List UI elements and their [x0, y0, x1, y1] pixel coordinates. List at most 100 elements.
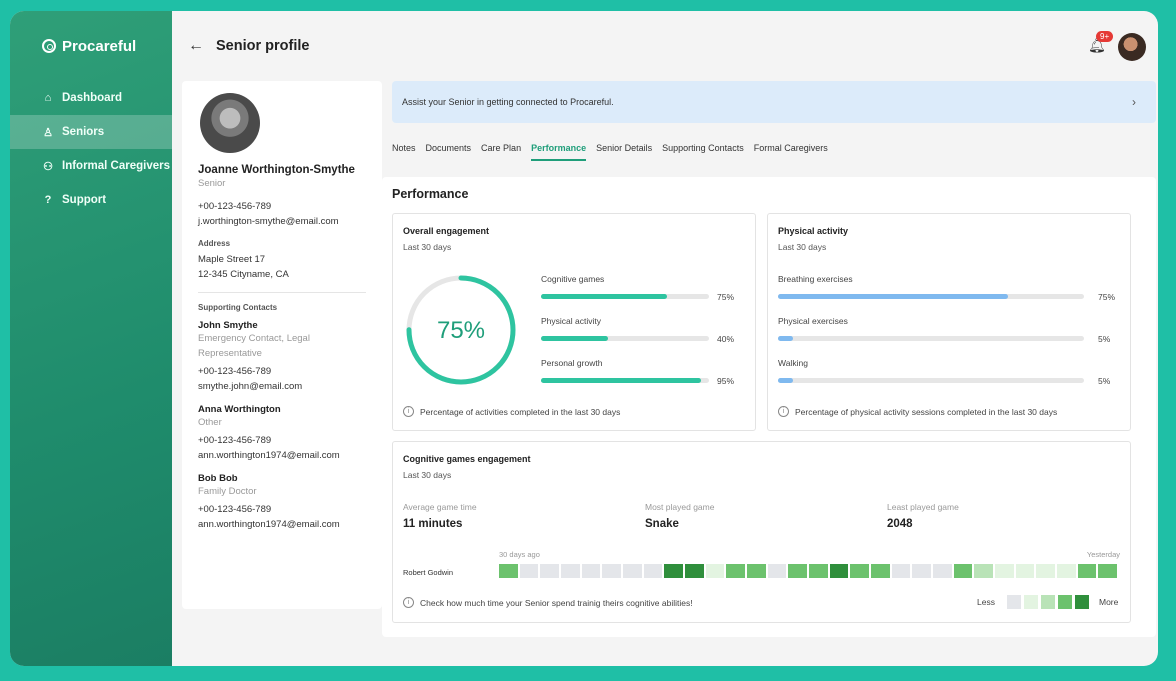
- stat-value: 11 minutes: [403, 518, 463, 530]
- heatmap-cell[interactable]: [1057, 564, 1076, 578]
- bar-percent: 75%: [717, 292, 735, 302]
- top-right-actions: 🔔︎ 9+: [1088, 31, 1146, 61]
- progress-bar-fill: [778, 378, 794, 383]
- tab-senior-details[interactable]: Senior Details: [596, 143, 652, 161]
- contact-role: Family Doctor: [198, 486, 257, 497]
- heatmap-cell[interactable]: [519, 564, 539, 578]
- heatmap-cell[interactable]: [809, 564, 828, 578]
- procareful-logo-icon: [42, 39, 56, 53]
- senior-phone[interactable]: +00-123-456-789: [198, 199, 366, 214]
- page-title: Senior profile: [216, 38, 310, 54]
- heatmap-cell[interactable]: [788, 564, 807, 578]
- heatmap-cell[interactable]: [685, 564, 704, 578]
- heatmap-cell[interactable]: [953, 564, 973, 578]
- heatmap-cell[interactable]: [933, 564, 952, 578]
- address-label: Address: [198, 239, 231, 248]
- heatmap-cell[interactable]: [726, 564, 745, 578]
- contact-role: Other: [198, 417, 222, 428]
- progress-bar-fill: [541, 378, 701, 383]
- sidebar-item-label: Dashboard: [62, 92, 123, 104]
- heatmap-cell[interactable]: [1098, 564, 1117, 578]
- divider: [198, 292, 366, 293]
- tab-performance[interactable]: Performance: [531, 143, 587, 161]
- tab-supporting-contacts[interactable]: Supporting Contacts: [662, 143, 744, 161]
- progress-bar: [541, 336, 709, 341]
- contact-item: John Smythe Emergency Contact, Legal Repre…: [198, 320, 366, 394]
- contact-role-cont: Representative: [198, 348, 262, 359]
- heatmap-cell[interactable]: [747, 564, 766, 578]
- notification-badge: 9+: [1096, 31, 1114, 42]
- progress-bar: [778, 294, 1084, 299]
- heatmap-cell[interactable]: [623, 564, 642, 578]
- contact-email[interactable]: ann.worthington1974@email.com: [198, 448, 366, 463]
- sidebar-item-support[interactable]: ? Support: [10, 183, 172, 217]
- heatmap-cell[interactable]: [767, 564, 787, 578]
- contact-phone[interactable]: +00-123-456-789: [198, 433, 366, 448]
- heatmap-cell[interactable]: [561, 564, 580, 578]
- sidebar: Procareful ⌂ Dashboard ♙ Seniors ⚇ Informal C…: [10, 11, 172, 666]
- contact-email[interactable]: ann.worthington1974@email.com: [198, 517, 366, 532]
- performance-title: Performance: [392, 187, 469, 201]
- heatmap-cell[interactable]: [912, 564, 931, 578]
- contact-phone[interactable]: +00-123-456-789: [198, 364, 366, 379]
- contact-email[interactable]: smythe.john@email.com: [198, 379, 366, 394]
- heatmap-cell[interactable]: [602, 564, 621, 578]
- tab-notes[interactable]: Notes: [392, 143, 416, 161]
- heatmap-cell[interactable]: [871, 564, 890, 578]
- person-icon: ♙: [43, 126, 53, 139]
- heatmap-cell[interactable]: [540, 564, 559, 578]
- heatmap-cell[interactable]: [995, 564, 1014, 578]
- heatmap-cell[interactable]: [705, 564, 725, 578]
- heatmap-cell[interactable]: [499, 564, 518, 578]
- engagement-donut: 75%: [406, 275, 516, 385]
- bar-label: Personal growth: [541, 358, 603, 368]
- heatmap-cell[interactable]: [850, 564, 869, 578]
- heatmap-row-label: Robert Godwin: [403, 568, 454, 577]
- connect-banner[interactable]: Assist your Senior in getting connected …: [392, 81, 1156, 123]
- heatmap-cell[interactable]: [1077, 564, 1097, 578]
- main-area: ← Senior profile 🔔︎ 9+ Joanne Worthingto…: [172, 11, 1158, 666]
- cognitive-games-subtitle: Last 30 days: [403, 470, 452, 480]
- progress-bar-fill: [541, 336, 609, 341]
- legend-cell: [1058, 595, 1072, 609]
- overall-engagement-box: Overall engagement Last 30 days 75% Cogn…: [392, 213, 756, 431]
- people-icon: ⚇: [43, 160, 53, 173]
- chevron-right-icon[interactable]: ›: [1132, 95, 1136, 109]
- address-line-1: Maple Street 17: [198, 254, 266, 265]
- tab-formal-caregivers[interactable]: Formal Caregivers: [754, 143, 828, 161]
- heatmap-cell[interactable]: [664, 564, 683, 578]
- senior-name: Joanne Worthington-Smythe: [198, 164, 355, 176]
- tab-documents[interactable]: Documents: [426, 143, 472, 161]
- heatmap-cell[interactable]: [1036, 564, 1055, 578]
- overall-info-text: Percentage of activities completed in th…: [420, 406, 621, 417]
- heatmap-cell[interactable]: [643, 564, 663, 578]
- legend-cell: [1007, 595, 1021, 609]
- overall-info: i Percentage of activities completed in …: [403, 406, 620, 417]
- heatmap-cell[interactable]: [1015, 564, 1035, 578]
- bar-percent: 5%: [1098, 334, 1111, 344]
- sidebar-item-informal-caregivers[interactable]: ⚇ Informal Caregivers: [10, 149, 172, 183]
- sidebar-item-label: Informal Caregivers: [62, 160, 171, 172]
- overall-engagement-subtitle: Last 30 days: [403, 242, 452, 252]
- heatmap-cell[interactable]: [974, 564, 993, 578]
- tab-care-plan[interactable]: Care Plan: [481, 143, 521, 161]
- back-arrow-icon[interactable]: ←: [188, 37, 204, 55]
- progress-bar: [541, 294, 709, 299]
- performance-card: Performance Overall engagement Last 30 d…: [382, 177, 1156, 637]
- heatmap-legend: [1007, 595, 1091, 609]
- sidebar-item-seniors[interactable]: ♙ Seniors: [10, 115, 172, 149]
- contact-item: Bob Bob Family Doctor +00-123-456-789 ann.w…: [198, 473, 366, 532]
- legend-less-label: Less: [977, 597, 995, 607]
- heatmap-cell[interactable]: [829, 564, 849, 578]
- senior-email[interactable]: j.worthington-smythe@email.com: [198, 214, 366, 229]
- physical-activity-subtitle: Last 30 days: [778, 242, 827, 252]
- user-avatar[interactable]: [1118, 33, 1146, 61]
- contact-phone[interactable]: +00-123-456-789: [198, 502, 366, 517]
- heatmap-cell[interactable]: [581, 564, 601, 578]
- notification-bell-icon[interactable]: 🔔︎ 9+: [1088, 31, 1114, 57]
- brand[interactable]: Procareful: [10, 11, 172, 81]
- progress-bar-fill: [778, 336, 794, 341]
- contact-name: Anna Worthington: [198, 404, 281, 415]
- sidebar-item-dashboard[interactable]: ⌂ Dashboard: [10, 81, 172, 115]
- heatmap-cell[interactable]: [891, 564, 911, 578]
